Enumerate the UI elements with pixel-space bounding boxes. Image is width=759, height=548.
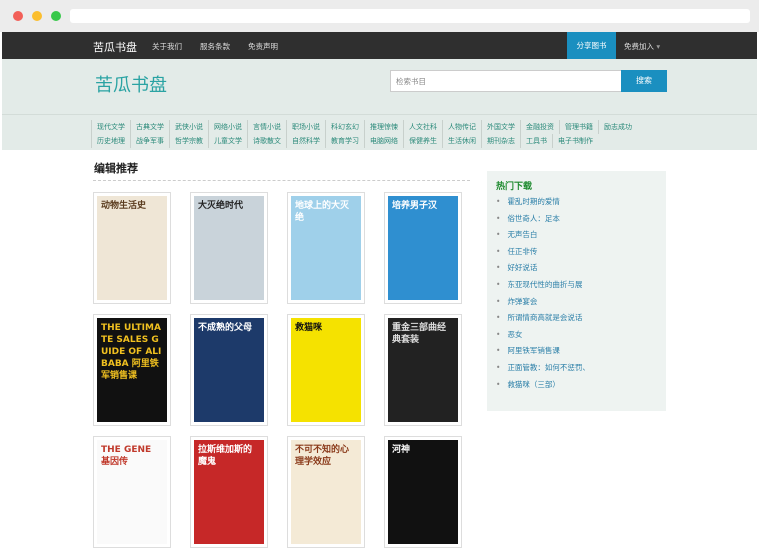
caret-down-icon: ▾ (656, 42, 661, 51)
book-cover: 河神 (388, 440, 458, 544)
category-link[interactable]: 历史地理 (91, 134, 130, 148)
hot-download-item[interactable]: 所谓情商高就是会说话 (496, 312, 590, 329)
hot-download-item[interactable]: 好好说话 (496, 262, 590, 279)
hot-download-item[interactable]: 阿里铁军销售课 (496, 345, 590, 362)
book-card[interactable]: 地球上的大灭绝 (287, 192, 365, 304)
category-link[interactable]: 金融投资 (520, 120, 559, 134)
category-link[interactable]: 科幻玄幻 (325, 120, 364, 134)
category-link[interactable]: 推理惊悚 (364, 120, 403, 134)
close-window-icon[interactable] (13, 11, 23, 21)
book-cover: 不成熟的父母 (194, 318, 264, 422)
book-card[interactable]: 河神 (384, 436, 462, 548)
hot-download-item[interactable]: 救猫咪（三部） (496, 379, 590, 396)
hot-downloads-panel: 热门下载 霍乱时期的爱情俗世奇人：足本无声告白任正非传好好说话东亚现代性的曲折与… (487, 171, 666, 411)
join-button[interactable]: 免费加入 ▾ (624, 41, 660, 52)
hot-download-item[interactable]: 霍乱时期的爱情 (496, 196, 590, 213)
category-link[interactable]: 励志成功 (598, 120, 637, 134)
share-books-button[interactable]: 分享图书 (567, 32, 616, 59)
hot-download-item[interactable]: 东亚现代性的曲折与展 (496, 279, 590, 296)
category-link[interactable]: 武侠小说 (169, 120, 208, 134)
site-logo[interactable]: 苦瓜书盘 (95, 71, 167, 97)
hot-download-item[interactable]: 正面管教：如何不惩罚、 (496, 362, 590, 379)
category-link[interactable]: 古典文学 (130, 120, 169, 134)
minimize-window-icon[interactable] (32, 11, 42, 21)
category-link[interactable]: 自然科学 (286, 134, 325, 148)
book-card[interactable]: 不成熟的父母 (190, 314, 268, 426)
book-cover: 不可不知的心理学效应 (291, 440, 361, 544)
category-link[interactable]: 战争军事 (130, 134, 169, 148)
book-card[interactable]: 动物生活史 (93, 192, 171, 304)
category-link[interactable]: 电脑网络 (364, 134, 403, 148)
book-card[interactable]: 不可不知的心理学效应 (287, 436, 365, 548)
hot-download-item[interactable]: 无声告白 (496, 229, 590, 246)
address-bar[interactable] (70, 9, 750, 23)
nav-link-disclaimer[interactable]: 免责声明 (248, 41, 278, 52)
category-link[interactable]: 现代文学 (91, 120, 130, 134)
hot-downloads-title: 热门下载 (496, 182, 533, 192)
category-link[interactable]: 保健养生 (403, 134, 442, 148)
category-link[interactable]: 工具书 (520, 134, 552, 148)
book-cover: 培养男子汉 (388, 196, 458, 300)
book-card[interactable]: THE GENE 基因传 (93, 436, 171, 548)
nav-brand[interactable]: 苦瓜书盘 (93, 39, 137, 55)
browser-chrome (0, 0, 759, 32)
search-button[interactable]: 搜索 (621, 70, 667, 92)
book-card[interactable]: 救猫咪 (287, 314, 365, 426)
category-link[interactable]: 儿童文学 (208, 134, 247, 148)
book-cover: 拉斯维加斯的魔鬼 (194, 440, 264, 544)
category-link[interactable]: 网络小说 (208, 120, 247, 134)
category-link[interactable]: 外国文学 (481, 120, 520, 134)
category-link[interactable]: 电子书制作 (552, 134, 598, 148)
book-cover: 地球上的大灭绝 (291, 196, 361, 300)
category-link[interactable]: 人物传记 (442, 120, 481, 134)
maximize-window-icon[interactable] (51, 11, 61, 21)
book-cover: 救猫咪 (291, 318, 361, 422)
hot-download-item[interactable]: 俗世奇人：足本 (496, 213, 590, 230)
divider (93, 180, 470, 181)
book-card[interactable]: 拉斯维加斯的魔鬼 (190, 436, 268, 548)
category-link[interactable]: 教育学习 (325, 134, 364, 148)
book-card[interactable]: 重金三部曲经典套装 (384, 314, 462, 426)
nav-link-about[interactable]: 关于我们 (152, 41, 182, 52)
book-cover: THE ULTIMATE SALES GUIDE OF ALIBABA 阿里铁军… (97, 318, 167, 422)
category-link[interactable]: 管理书籍 (559, 120, 598, 134)
join-label: 免费加入 (624, 42, 654, 51)
category-link[interactable]: 诗歌散文 (247, 134, 286, 148)
hot-download-item[interactable]: 任正非传 (496, 246, 590, 263)
section-title: 编辑推荐 (94, 162, 138, 175)
top-nav: 苦瓜书盘 关于我们 服务条款 免责声明 分享图书 免费加入 ▾ (2, 32, 757, 59)
category-link[interactable]: 哲学宗教 (169, 134, 208, 148)
category-bar: 现代文学 古典文学 武侠小说 网络小说 言情小说 职场小说 科幻玄幻 推理惊悚 人文社科 人物传记… (2, 114, 757, 150)
category-link[interactable]: 人文社科 (403, 120, 442, 134)
book-cover: 大灭绝时代 (194, 196, 264, 300)
book-cover: 重金三部曲经典套装 (388, 318, 458, 422)
nav-link-terms[interactable]: 服务条款 (200, 41, 230, 52)
header: 苦瓜书盘 检索书目 搜索 (2, 59, 757, 114)
book-cover: THE GENE 基因传 (97, 440, 167, 544)
category-link[interactable]: 职场小说 (286, 120, 325, 134)
hot-download-item[interactable]: 炸弹宴会 (496, 296, 590, 313)
book-card[interactable]: 大灭绝时代 (190, 192, 268, 304)
book-card[interactable]: 培养男子汉 (384, 192, 462, 304)
category-link[interactable]: 期刊杂志 (481, 134, 520, 148)
hot-download-item[interactable]: 恶女 (496, 329, 590, 346)
category-link[interactable]: 言情小说 (247, 120, 286, 134)
book-card[interactable]: THE ULTIMATE SALES GUIDE OF ALIBABA 阿里铁军… (93, 314, 171, 426)
search-input[interactable]: 检索书目 (390, 70, 623, 92)
category-link[interactable]: 生活休闲 (442, 134, 481, 148)
book-cover: 动物生活史 (97, 196, 167, 300)
